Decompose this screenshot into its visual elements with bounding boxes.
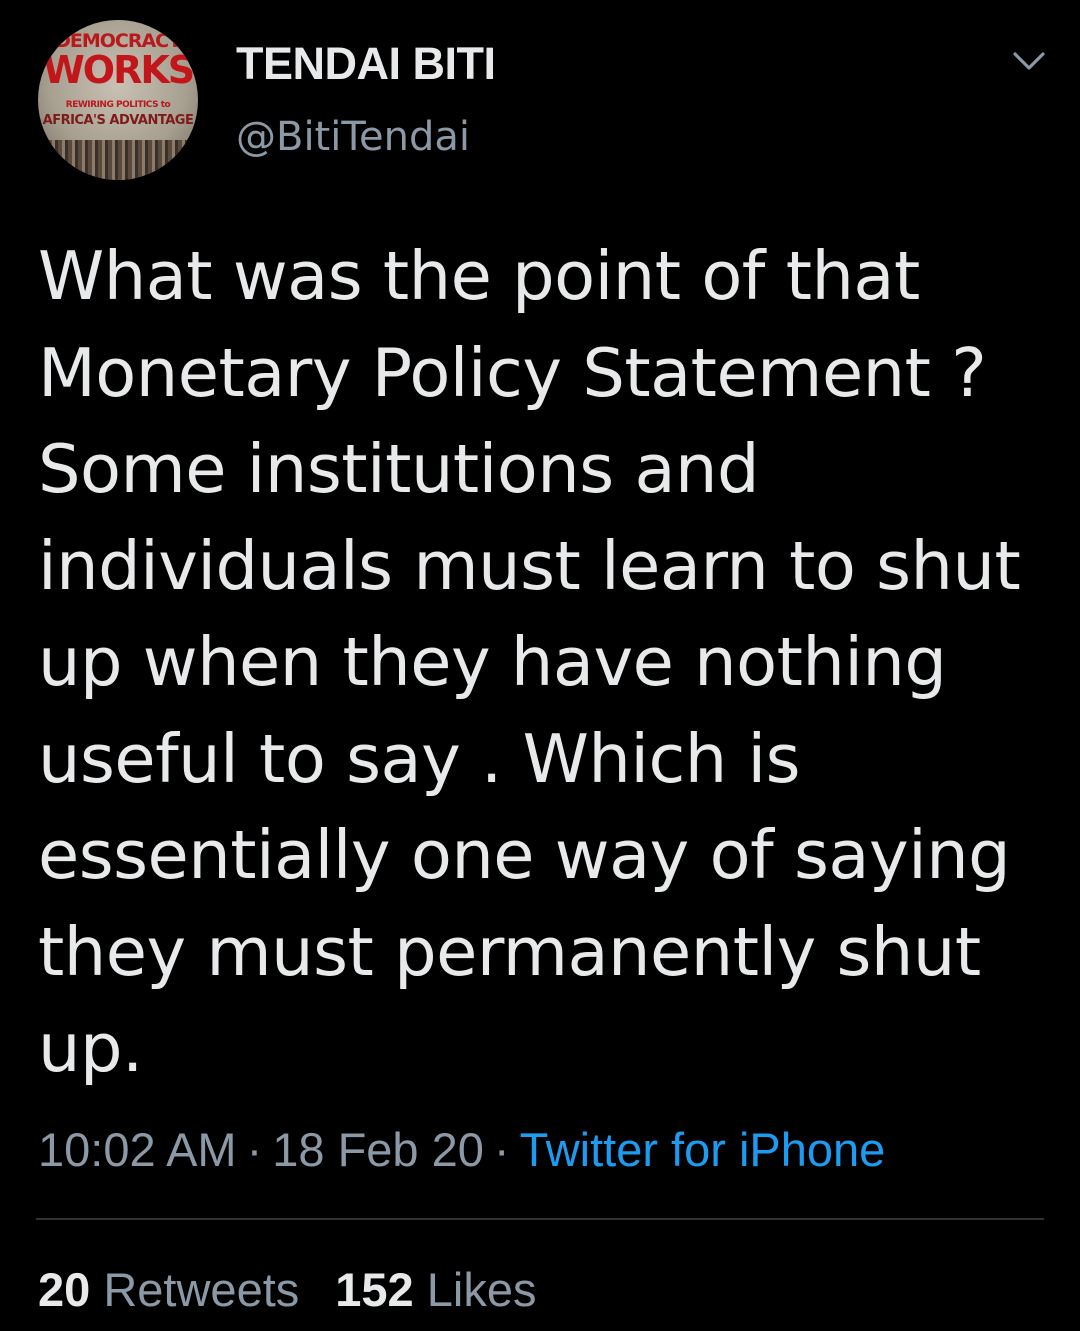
tweet-time: 10:02 AM [38, 1123, 237, 1176]
likes-stat[interactable]: 152 Likes [335, 1263, 536, 1316]
likes-count: 152 [335, 1263, 414, 1316]
retweets-label: Retweets [103, 1263, 300, 1316]
likes-label: Likes [426, 1263, 537, 1316]
chevron-down-icon[interactable] [1012, 50, 1046, 72]
avatar-book-subtitle-1: REWIRING POLITICS to [65, 100, 171, 110]
avatar[interactable]: DEMOCRACY WORKS REWIRING POLITICS to AFR… [38, 20, 198, 180]
tweet-detail: DEMOCRACY WORKS REWIRING POLITICS to AFR… [0, 0, 1080, 1331]
avatar-book-title-big: WORKS [42, 48, 195, 92]
avatar-book-subtitle-2: AFRICA'S ADVANTAGE [42, 113, 194, 128]
retweets-count: 20 [38, 1263, 91, 1316]
author-handle[interactable]: @BitiTendai [236, 114, 470, 160]
tweet-source-link[interactable]: Twitter for iPhone [520, 1123, 886, 1176]
retweets-stat[interactable]: 20 Retweets [38, 1263, 299, 1316]
divider [36, 1218, 1044, 1220]
tweet-stats: 20 Retweets 152 Likes [38, 1262, 536, 1317]
meta-separator: · [246, 1123, 263, 1176]
tweet-meta: 10:02 AM · 18 Feb 20 · Twitter for iPhone [38, 1122, 885, 1177]
avatar-crowd-image [38, 140, 198, 180]
meta-separator: · [493, 1123, 510, 1176]
author-name[interactable]: TENDAI BITI [236, 38, 496, 90]
tweet-text: What was the point of that Monetary Poli… [38, 237, 1021, 1087]
tweet-date: 18 Feb 20 [272, 1123, 484, 1176]
